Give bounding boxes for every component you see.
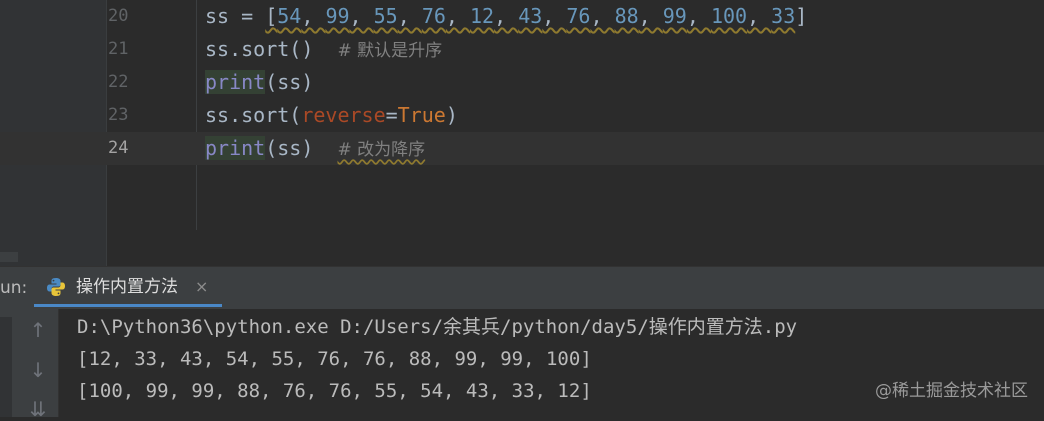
run-tab[interactable]: 操作内置方法 ×: [34, 267, 222, 307]
number-literal: 33: [771, 4, 796, 28]
call-args: (ss): [265, 70, 314, 94]
line-number: 24: [108, 138, 129, 158]
number-literal: 100: [710, 4, 748, 28]
comment: # 默认是升序: [337, 41, 443, 61]
number-literal: 12: [470, 4, 495, 28]
number-literal: 76: [421, 4, 446, 28]
list-literal: 54, 99, 55, 76, 12, 43, 76, 88, 99, 100,…: [277, 4, 795, 28]
list-separator: ,: [445, 4, 471, 28]
bool-literal: True: [397, 103, 446, 127]
number-literal: 99: [662, 4, 687, 28]
print-builtin: print: [205, 70, 266, 94]
toolbar-edge: [0, 317, 12, 417]
identifier: ss: [205, 4, 230, 28]
keyword-arg: reverse: [301, 103, 386, 127]
list-separator: ,: [686, 4, 711, 28]
scroll-down-icon[interactable]: ↓: [26, 358, 50, 382]
code-line-20[interactable]: 20 ss = [54, 99, 55, 76, 12, 43, 76, 88,…: [0, 0, 1044, 33]
console-line: D:\Python36\python.exe D:/Users/余其兵/pyth…: [77, 316, 798, 338]
close-tab-icon[interactable]: ×: [195, 267, 208, 307]
code-text[interactable]: print(ss) # 改为降序: [205, 132, 425, 167]
call-end: ): [445, 103, 458, 127]
python-icon: [46, 277, 66, 297]
run-tab-title: 操作内置方法: [76, 277, 178, 297]
operator: =: [385, 103, 398, 127]
code-line-22[interactable]: 22 print(ss): [0, 66, 1044, 99]
number-literal: 43: [518, 4, 543, 28]
run-tool-window-header: un: 操作内置方法 ×: [0, 266, 1044, 310]
line-number: 21: [108, 39, 129, 59]
console-line: [12, 33, 43, 54, 55, 76, 76, 88, 99, 99,…: [77, 348, 592, 370]
operator: =: [229, 4, 266, 28]
console-line: [100, 99, 99, 88, 76, 76, 55, 54, 43, 33…: [77, 380, 592, 402]
list-separator: ,: [349, 4, 374, 28]
line-number: 20: [108, 6, 129, 26]
bracket-open: [: [265, 4, 278, 28]
scroll-up-icon[interactable]: ↑: [26, 318, 50, 342]
bracket-close: ]: [795, 4, 808, 28]
number-literal: 54: [277, 4, 302, 28]
list-separator: ,: [542, 4, 567, 28]
watermark: @稀土掘金技术社区: [875, 381, 1028, 401]
call-args: (ss): [265, 136, 314, 160]
list-separator: ,: [397, 4, 422, 28]
print-builtin: print: [205, 136, 266, 160]
statement: ss.sort(): [205, 37, 314, 61]
number-literal: 88: [614, 4, 639, 28]
soft-wrap-icon[interactable]: ⇊: [26, 397, 50, 421]
console-output[interactable]: D:\Python36\python.exe D:/Users/余其兵/pyth…: [59, 309, 1044, 417]
code-text[interactable]: ss = [54, 99, 55, 76, 12, 43, 76, 88, 99…: [205, 0, 807, 33]
list-separator: ,: [747, 4, 772, 28]
code-line-21[interactable]: 21 ss.sort() # 默认是升序: [0, 33, 1044, 66]
number-literal: 55: [373, 4, 398, 28]
number-literal: 76: [566, 4, 591, 28]
run-label: un:: [0, 278, 28, 298]
comment: # 改为降序: [337, 140, 426, 160]
list-separator: ,: [301, 4, 326, 28]
line-number: 22: [108, 72, 129, 92]
line-number: 23: [108, 105, 129, 125]
code-text[interactable]: print(ss): [205, 66, 313, 99]
console-toolbar: ↑ ↓ ⇊: [0, 309, 59, 421]
call-start: ss.sort(: [205, 103, 302, 127]
list-separator: ,: [590, 4, 615, 28]
code-line-24[interactable]: 24 print(ss) # 改为降序: [0, 132, 1044, 165]
code-text[interactable]: ss.sort(reverse=True): [205, 99, 458, 132]
number-literal: 99: [325, 4, 350, 28]
tool-strip-handle[interactable]: [0, 252, 18, 262]
list-separator: ,: [638, 4, 663, 28]
list-separator: ,: [494, 4, 519, 28]
code-line-23[interactable]: 23 ss.sort(reverse=True): [0, 99, 1044, 132]
code-text[interactable]: ss.sort() # 默认是升序: [205, 33, 442, 68]
